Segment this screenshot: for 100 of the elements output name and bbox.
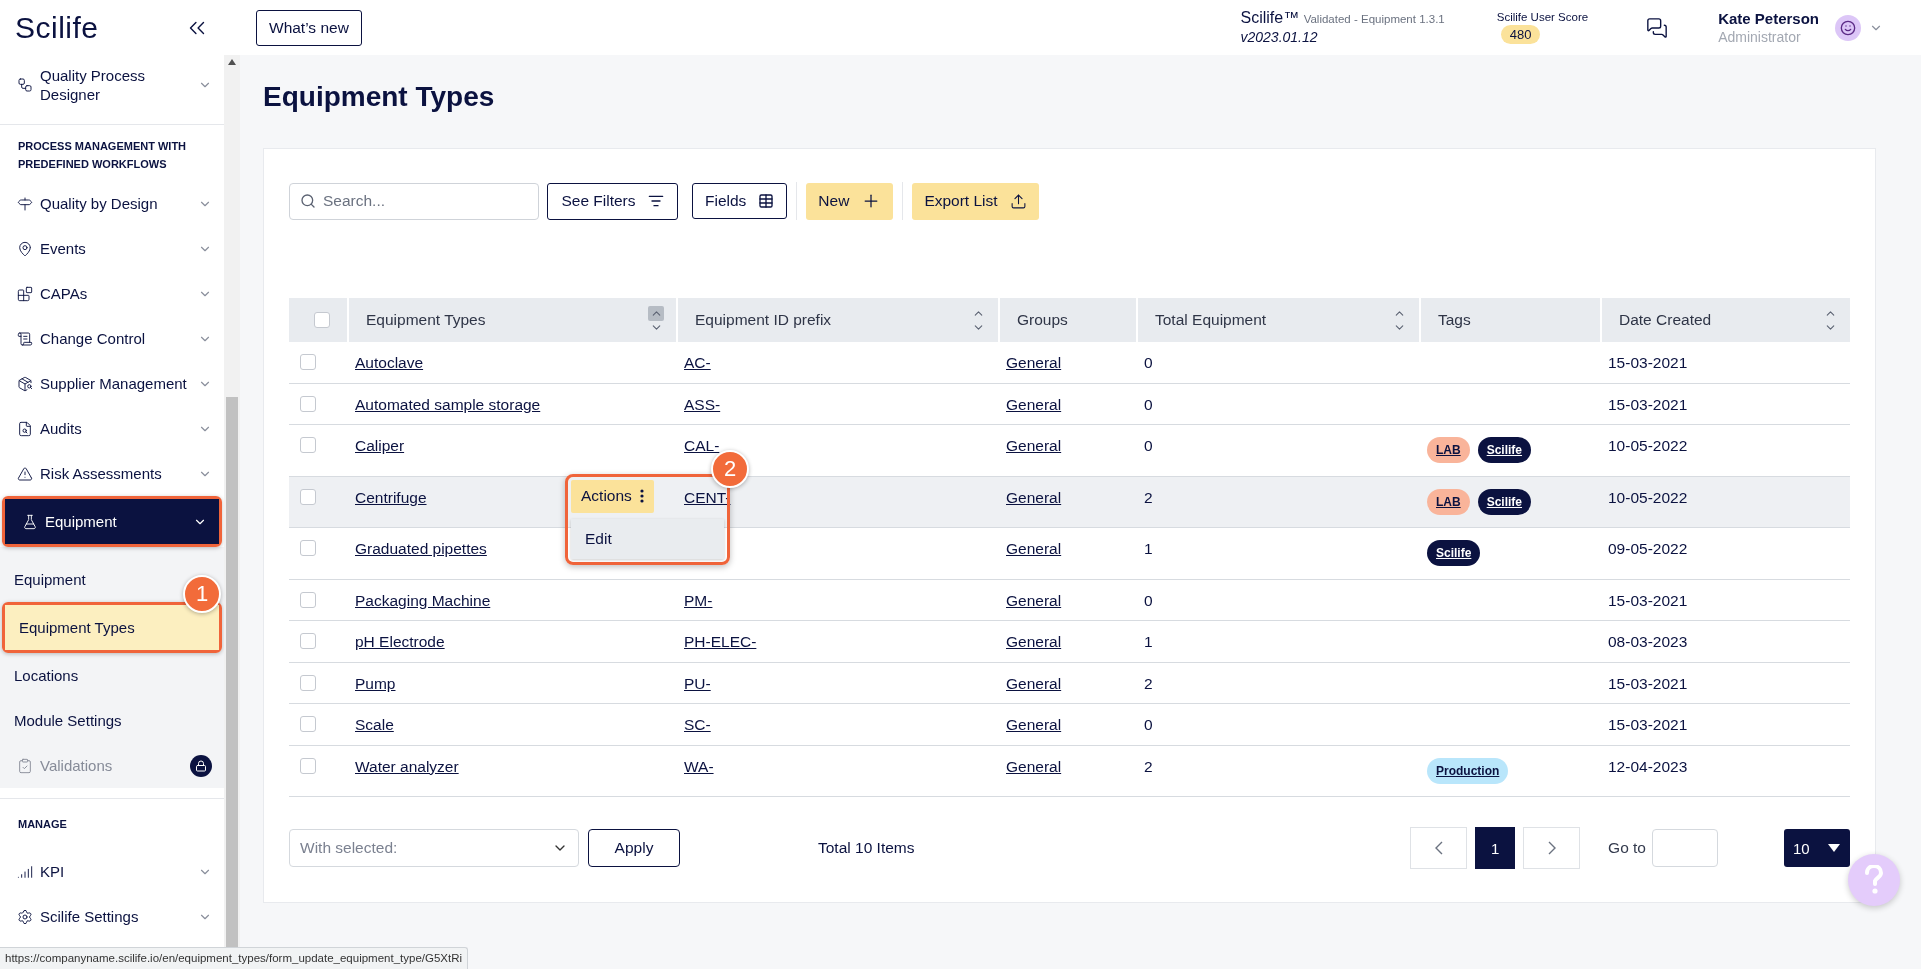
name-link[interactable]: Graduated pipettes [355,540,487,558]
row-checkbox[interactable] [300,395,316,412]
row-checkbox[interactable] [300,757,316,774]
nav-item[interactable]: Events [0,226,224,271]
tag[interactable]: LAB [1427,488,1470,515]
page-button[interactable]: 1 [1475,827,1516,869]
group-link[interactable]: General [1006,757,1062,776]
new-button[interactable]: New [806,182,894,220]
nav-item[interactable]: Risk Assessments [0,451,224,496]
prefix-link[interactable]: ASS- [684,395,721,414]
nav-item[interactable]: CAPAs [0,271,224,316]
group-link[interactable]: General [1006,716,1062,734]
group-link[interactable]: General [1006,395,1062,414]
total-text: 0 [1144,354,1153,372]
menu-item[interactable]: Edit [571,518,724,559]
upload-icon [1009,192,1027,210]
row-checkbox[interactable] [300,591,316,608]
row-checkbox[interactable] [300,674,316,691]
chat-icon[interactable] [1646,16,1669,39]
nav-item[interactable]: Change Control [0,316,224,361]
name-link[interactable]: Pump [355,674,396,693]
group-link[interactable]: General [1006,540,1062,558]
submenu-item[interactable]: Locations [0,653,93,698]
user-role: Administrator [1718,27,1802,47]
submenu-item[interactable]: Equipment [0,557,100,602]
row-checkbox[interactable] [300,488,316,505]
name-link[interactable]: Centrifuge [355,488,427,507]
row-checkbox[interactable] [300,354,316,370]
package-search-icon [17,375,33,392]
group-link[interactable]: General [1006,591,1062,610]
nav-item[interactable]: Audits [0,406,224,451]
total-text: 2 [1144,757,1153,776]
search-field[interactable]: Search... [289,182,539,220]
prefix-link[interactable]: SC- [684,716,711,734]
group-link[interactable]: General [1006,674,1062,693]
file-search-icon [17,420,33,437]
filters-button[interactable]: See Filters [547,182,678,220]
date-text: 15-03-2021 [1608,591,1688,610]
lock-icon [190,754,212,777]
apply-button[interactable]: Apply [588,829,680,867]
select-all-checkbox[interactable] [314,312,330,328]
user-name: Kate Peterson [1718,8,1819,28]
nav-item[interactable]: Scilife Settings [0,894,224,939]
tag[interactable]: Production [1427,757,1509,784]
total-count: Total 10 Items [818,839,915,857]
row-checkbox[interactable] [300,540,316,556]
group-link[interactable]: General [1006,437,1062,455]
tag[interactable]: LAB [1427,437,1470,463]
date-text: 09-05-2022 [1608,540,1688,558]
scroll-up-icon[interactable] [228,59,236,65]
prefix-link[interactable]: WA- [684,757,714,776]
prefix-link[interactable]: AC- [684,354,711,372]
product-note: Validated - Equipment 1.3.1 [1303,13,1445,25]
filter-icon [647,193,664,209]
caret-icon [1828,844,1840,852]
row-checkbox[interactable] [300,437,316,453]
prefix-link[interactable]: PM- [684,591,713,610]
tag[interactable]: Scilife [1477,437,1532,463]
name-link[interactable]: Packaging Machine [355,591,491,610]
group-link[interactable]: General [1006,633,1062,651]
avatar-icon[interactable] [1835,14,1861,41]
name-link[interactable]: Autoclave [355,354,424,372]
tag[interactable]: Scilife [1427,540,1481,566]
total-text: 1 [1144,633,1153,651]
group-link[interactable]: General [1006,488,1062,507]
chevron-left-icon [1434,841,1443,855]
date-text: 10-05-2022 [1608,437,1688,455]
goto-field[interactable] [1652,829,1718,867]
bulk-action-select[interactable]: With selected: [289,829,579,867]
whats-new-button[interactable]: What’s new [256,9,362,46]
pin-icon [17,240,33,257]
table-icon [758,193,775,209]
total-text: 0 [1144,437,1153,455]
row-checkbox[interactable] [300,716,316,732]
nav-item[interactable]: Supplier Management [0,361,224,406]
date-text: 08-03-2023 [1608,633,1688,651]
prefix-link[interactable]: PH-ELEC- [684,633,757,651]
actions-button[interactable]: Actions [571,479,654,513]
group-link[interactable]: General [1006,354,1062,372]
logo[interactable]: Scilife [15,10,99,45]
submenu-item[interactable]: Equipment Types [5,605,219,650]
nav-item[interactable]: Quality Process Designer [0,55,224,115]
prefix-link[interactable]: CENT- [684,488,731,507]
total-text: 1 [1144,540,1153,558]
name-link[interactable]: Scale [355,716,394,734]
total-text: 0 [1144,395,1153,414]
nav-item[interactable]: Quality by Design [0,181,224,226]
nav-item[interactable]: Equipment [5,499,219,544]
export-button[interactable]: Export List [912,182,1039,220]
name-link[interactable]: Automated sample storage [355,395,541,414]
fields-button[interactable]: Fields [692,183,788,219]
row-checkbox[interactable] [300,633,316,649]
name-link[interactable]: Caliper [355,437,405,455]
nav-item[interactable]: KPI [0,849,224,894]
name-link[interactable]: Water analyzer [355,757,459,776]
page-size-select[interactable]: 10 [1784,829,1850,867]
submenu-item[interactable]: Module Settings [0,698,136,743]
prefix-link[interactable]: PU- [684,674,711,693]
tag[interactable]: Scilife [1477,488,1532,515]
name-link[interactable]: pH Electrode [355,633,445,651]
